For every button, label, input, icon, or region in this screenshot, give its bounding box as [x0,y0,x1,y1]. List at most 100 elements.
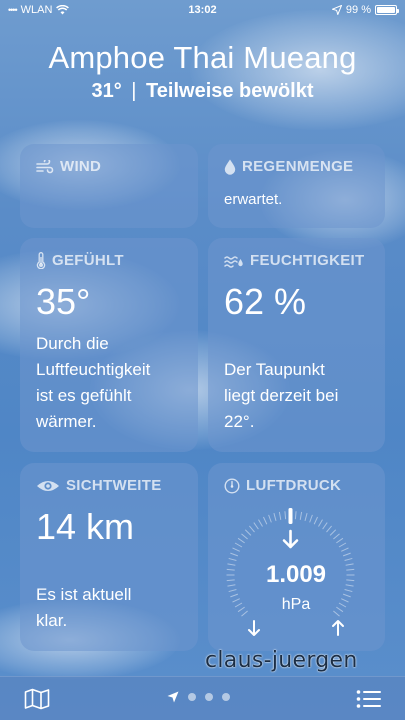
status-bar: •••• WLAN 13:02 99 % [0,0,405,20]
feels-card-title: GEFÜHLT [36,252,182,269]
gauge-tick [262,516,268,525]
gauge-tick [244,529,252,536]
gauge-tick [309,514,313,523]
pressure-title-label: LUFTDRUCK [246,477,342,494]
pressure-card[interactable]: LUFTDRUCK 1.009 hPa [208,463,385,651]
battery-label: 99 % [345,4,371,16]
feels-like-card[interactable]: GEFÜHLT 35° Durch die Luftfeuchtigkeit i… [20,238,198,452]
watermark-text: claus-juergen [205,648,358,673]
location-arrow-icon [331,5,342,15]
gauge-tick [268,514,272,523]
visibility-description: Es ist aktuell klar. [36,582,182,634]
feels-desc-line: wärmer. [36,412,97,431]
page-dot[interactable] [222,693,230,701]
gauge-tick [346,579,355,582]
humidity-description: Der Taupunkt liegt derzeit bei 22°. [224,357,369,435]
gauge-tick [336,606,344,613]
visibility-desc-line: klar. [36,611,68,630]
visibility-card[interactable]: SICHTWEITE 14 km Es ist aktuell klar. [20,463,198,651]
gauge-tick [234,602,243,608]
humidity-card-title: FEUCHTIGKEIT [224,252,369,269]
gauge-tick [345,584,354,587]
gauge-tick [237,537,245,544]
pressure-value: 1.009 [266,561,326,588]
gauge-tick [228,589,237,593]
humidity-desc-line: 22°. [224,412,255,431]
humidity-value: 62 % [224,281,307,322]
gauge-icon [224,477,240,494]
wind-icon [36,159,54,173]
gauge-tick [338,542,347,548]
visibility-title-label: SICHTWEITE [66,477,162,494]
gauge-tick [344,589,353,593]
eye-icon [37,480,59,491]
wind-card-title: WIND [36,158,182,175]
pressure-gauge: 1.009 hPa [226,508,355,636]
rain-card[interactable]: REGENMENGE erwartet. [208,144,385,228]
condition-text: Teilweise bewölkt [146,80,314,102]
map-icon[interactable] [24,688,50,710]
current-conditions: 31° | Teilweise bewölkt [0,80,405,103]
current-temperature: 31° [91,80,122,102]
humidity-desc-line: liegt derzeit bei [224,386,339,405]
thermometer-icon [36,252,46,269]
gauge-tick [336,537,344,544]
visibility-card-title: SICHTWEITE [36,477,182,494]
page-dot[interactable] [205,693,213,701]
feels-like-value: 35° [36,281,91,322]
humidity-icon [224,255,243,268]
gauge-tick [304,513,308,522]
gauge-tick [342,552,351,557]
gauge-tick [341,598,349,603]
pressure-indicator [288,508,293,524]
raindrop-icon [224,159,236,175]
gauge-tick [241,610,248,617]
gauge-tick [333,610,340,617]
gauge-tick [234,542,243,548]
gauge-tick [333,533,340,540]
battery-icon [375,5,399,15]
gauge-tick [258,519,263,527]
pressure-high-arrow [332,620,344,636]
status-right: 99 % [331,4,399,16]
page-indicator[interactable] [167,691,230,703]
gauge-tick [227,563,236,566]
city-name: Amphoe Thai Mueang [48,40,357,75]
gauge-tick [322,522,328,530]
wind-title-label: WIND [60,158,102,175]
gauge-tick [226,568,235,571]
gauge-tick [253,522,259,530]
feels-title-label: GEFÜHLT [52,252,124,269]
gauge-tick [329,529,337,536]
page-dot[interactable] [188,693,196,701]
pressure-low-arrow [248,620,260,636]
gauge-tick [341,547,349,552]
gauge-tick [230,552,239,557]
humidity-title-label: FEUCHTIGKEIT [250,252,365,269]
visibility-value: 14 km [36,506,135,547]
gauge-tick [346,568,355,571]
location-dot-icon [167,691,179,703]
rain-title-label: REGENMENGE [242,158,354,175]
list-icon[interactable] [356,689,382,709]
gauge-tick [226,579,235,582]
gauge-tick [342,593,351,598]
gauge-tick [230,593,239,598]
rain-description: erwartet. [224,191,283,208]
gauge-tick [241,533,248,540]
gauge-tick [294,511,297,520]
bottom-toolbar [0,676,405,720]
gauge-tick [313,516,319,525]
gauge-tick [326,525,333,533]
feels-desc-line: Luftfeuchtigkeit [36,360,151,379]
feels-desc-line: Durch die [36,334,109,353]
gauge-tick [227,584,236,587]
gauge-tick [228,557,237,561]
wind-card[interactable]: WIND [20,144,198,228]
humidity-card[interactable]: FEUCHTIGKEIT 62 % Der Taupunkt liegt der… [208,238,385,452]
gauge-tick [273,513,277,522]
gauge-tick [248,525,255,533]
gauge-tick [284,511,287,520]
location-header: Amphoe Thai Mueang 31° | Teilweise bewöl… [0,40,405,103]
visibility-desc-line: Es ist aktuell [36,585,132,604]
